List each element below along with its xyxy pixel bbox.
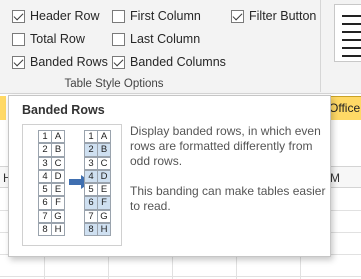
- header-row-option[interactable]: Header Row: [12, 7, 99, 25]
- illustration-cell: H: [97, 223, 111, 237]
- illustration-cell: B: [97, 143, 111, 157]
- filter-button-label: Filter Button: [249, 9, 317, 23]
- illustration-row: 1A: [84, 130, 111, 144]
- illustration-cell: G: [97, 209, 111, 224]
- illustration-cell: 1: [38, 130, 52, 144]
- illustration-cell: 6: [38, 196, 52, 210]
- illustration-row: 6F: [84, 196, 111, 210]
- filter-button-option[interactable]: Filter Button: [231, 7, 316, 25]
- header-row-label: Header Row: [30, 9, 100, 23]
- total-row-option[interactable]: Total Row: [12, 30, 85, 48]
- illustration-cell: C: [51, 156, 65, 170]
- tooltip-title: Banded Rows: [22, 103, 105, 117]
- tooltip-description: Display banded rows, in which even rows …: [130, 124, 321, 168]
- last-column-label: Last Column: [130, 32, 201, 46]
- illustration-cell: 4: [84, 169, 98, 184]
- illustration-cell: 2: [38, 143, 52, 157]
- banded-rows-label: Banded Rows: [30, 55, 108, 69]
- first-column-label: First Column: [130, 9, 201, 23]
- illustration-cell: 3: [38, 156, 52, 170]
- illustration-row: 4D: [38, 169, 65, 184]
- illustration-row: 7G: [84, 209, 111, 224]
- illustration-cell: G: [51, 209, 65, 224]
- illustration-row: 3C: [38, 156, 65, 170]
- header-cell-left: [0, 96, 6, 120]
- illustration-row: 7G: [38, 209, 65, 224]
- illustration-row: 3C: [84, 156, 111, 170]
- table-style-thumbnail[interactable]: [334, 4, 361, 62]
- ribbon-separator: [320, 0, 321, 92]
- illustration-cell: 7: [38, 209, 52, 224]
- illustration-cell: F: [97, 196, 111, 210]
- illustration-cell: E: [51, 183, 65, 197]
- ribbon-group-label: Table Style Options: [64, 78, 164, 90]
- banded-rows-tooltip: Banded Rows 1A2B3C4D5E6F7G8H 1A2B3C4D5E6…: [8, 95, 331, 257]
- banded-columns-option[interactable]: Banded Columns: [112, 53, 226, 71]
- illustration-row: 5E: [84, 183, 111, 197]
- illustration-row: 2B: [38, 143, 65, 157]
- illustration-cell: C: [97, 156, 111, 170]
- illustration-row: 6F: [38, 196, 65, 210]
- illustration-cell: B: [51, 143, 65, 157]
- illustration-cell: E: [97, 183, 111, 197]
- illustration-cell: 5: [84, 183, 98, 197]
- illustration-cell: 8: [38, 223, 52, 237]
- illustration-cell: 7: [84, 209, 98, 224]
- total-row-checkbox[interactable]: [12, 32, 25, 46]
- illustration-cell: A: [51, 130, 65, 144]
- illustration-cell: F: [51, 196, 65, 210]
- banded-columns-checkbox[interactable]: [112, 55, 125, 69]
- first-column-checkbox[interactable]: [112, 9, 125, 23]
- last-column-checkbox[interactable]: [112, 32, 125, 46]
- column-letter-m: M: [330, 171, 340, 185]
- banded-rows-checkbox[interactable]: [12, 55, 25, 69]
- illustration-cell: 4: [38, 169, 52, 184]
- illustration-cell: 6: [84, 196, 98, 210]
- banded-table-illustration: 1A2B3C4D5E6F7G8H: [84, 130, 111, 237]
- last-column-option[interactable]: Last Column: [112, 30, 200, 48]
- illustration-cell: A: [97, 130, 111, 144]
- filter-button-checkbox[interactable]: [231, 9, 244, 23]
- illustration-row: 8H: [38, 223, 65, 237]
- illustration-cell: H: [51, 223, 65, 237]
- illustration-row: 2B: [84, 143, 111, 157]
- tooltip-description-secondary: This banding can make tables easier to r…: [130, 184, 326, 213]
- illustration-row: 1A: [38, 130, 65, 144]
- illustration-row: 4D: [84, 169, 111, 184]
- illustration-cell: D: [97, 169, 111, 184]
- illustration-cell: D: [51, 169, 65, 184]
- table-style-options-ribbon: Header Row Total Row Banded Rows First C…: [0, 0, 361, 94]
- illustration-row: 8H: [84, 223, 111, 237]
- illustration-cell: 8: [84, 223, 98, 237]
- illustration-row: 5E: [38, 183, 65, 197]
- plain-table-illustration: 1A2B3C4D5E6F7G8H: [38, 130, 65, 237]
- illustration-cell: 2: [84, 143, 98, 157]
- banded-rows-illustration: 1A2B3C4D5E6F7G8H 1A2B3C4D5E6F7G8H: [22, 124, 122, 246]
- illustration-cell: 5: [38, 183, 52, 197]
- header-row-checkbox[interactable]: [12, 9, 25, 23]
- grid-line: [0, 276, 361, 277]
- total-row-label: Total Row: [30, 32, 85, 46]
- banded-rows-option[interactable]: Banded Rows: [12, 53, 108, 71]
- first-column-option[interactable]: First Column: [112, 7, 201, 25]
- banded-columns-label: Banded Columns: [130, 55, 226, 69]
- illustration-cell: 3: [84, 156, 98, 170]
- illustration-cell: 1: [84, 130, 98, 144]
